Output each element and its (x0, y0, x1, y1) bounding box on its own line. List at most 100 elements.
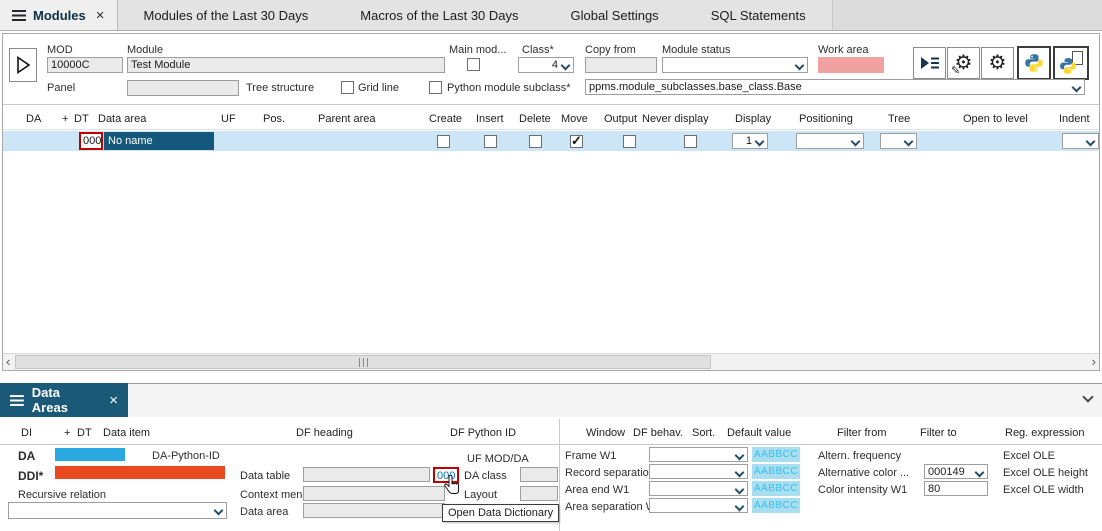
col-pos: Pos. (263, 113, 285, 125)
app-window: Modules × Modules of the Last 30 Days Ma… (0, 0, 1102, 531)
row-data-area-cell[interactable]: No name (104, 132, 214, 150)
record-separation-w1-select[interactable] (649, 464, 748, 479)
da-label: DA (18, 449, 35, 463)
python-subclass-checkbox[interactable] (429, 81, 442, 94)
frame-w1-color-field[interactable]: AABBCC (752, 447, 800, 462)
class-label: Class* (522, 44, 554, 56)
run-list-button[interactable] (913, 47, 946, 79)
col-sort: Sort. (692, 427, 715, 439)
top-tab-bar: Modules × Modules of the Last 30 Days Ma… (0, 0, 1102, 31)
area-separation-w1-select[interactable] (649, 498, 748, 513)
mod-label: MOD (47, 44, 73, 56)
da-class-field[interactable] (520, 467, 558, 482)
gear-edit-button[interactable]: ⚙✎ (947, 47, 980, 79)
python-subclass-label: Python module subclass* (447, 82, 571, 94)
col-default-value: Default value (727, 427, 791, 439)
scroll-right-arrow[interactable]: › (1092, 356, 1096, 368)
grid-line-checkbox[interactable] (341, 81, 354, 94)
python-script-button[interactable] (1017, 46, 1051, 80)
python-file-button[interactable] (1053, 46, 1089, 80)
row-insert-checkbox[interactable] (484, 135, 497, 148)
work-area-field[interactable] (818, 57, 884, 73)
run-module-button[interactable] (9, 48, 37, 82)
add-data-item-button[interactable]: + (64, 427, 70, 439)
close-icon[interactable]: × (109, 392, 118, 409)
col-output: Output (604, 113, 637, 125)
recursive-relation-select[interactable] (8, 502, 227, 519)
row-tree-select[interactable] (880, 133, 917, 149)
frame-w1-select[interactable] (649, 447, 748, 462)
divider (0, 444, 1102, 445)
main-module-checkbox[interactable] (467, 58, 480, 71)
row-display-select[interactable]: 1 (732, 133, 768, 149)
ddi-mandatory-field[interactable] (55, 466, 225, 479)
gear-edit-icon: ⚙✎ (955, 53, 973, 73)
divider (3, 104, 1099, 105)
run-list-icon (920, 55, 940, 71)
main-module-label: Main mod... (449, 44, 506, 56)
tooltip: Open Data Dictionary (442, 504, 559, 522)
area-end-w1-color-field[interactable]: AABBCC (752, 481, 800, 496)
tab-modules[interactable]: Modules × (0, 0, 118, 30)
row-output-checkbox[interactable] (623, 135, 636, 148)
scrollbar-thumb[interactable] (15, 355, 711, 369)
menu-icon (10, 395, 24, 406)
menu-icon (12, 10, 26, 21)
python-subclass-select[interactable]: ppms.module_subclasses.base_class.Base (585, 79, 1085, 95)
context-menu-label: Context menu (240, 489, 308, 501)
col-move: Move (561, 113, 588, 125)
tab-macros-last-30-days[interactable]: Macros of the Last 30 Days (334, 0, 544, 30)
data-area-field[interactable] (303, 503, 445, 518)
record-separation-w1-color-field[interactable]: AABBCC (752, 464, 800, 479)
tab-data-areas[interactable]: Data Areas × (0, 383, 128, 417)
horizontal-scrollbar[interactable]: ‹ › (3, 353, 1099, 370)
tab-sql-statements[interactable]: SQL Statements (685, 0, 832, 30)
row-delete-checkbox[interactable] (529, 135, 542, 148)
module-name-field[interactable]: Test Module (127, 57, 445, 73)
tab-label: SQL Statements (711, 8, 806, 23)
col-data-area: Data area (98, 113, 146, 125)
add-data-area-button[interactable]: + (62, 113, 68, 125)
row-move-checkbox[interactable] (570, 135, 583, 148)
module-status-select[interactable] (662, 57, 808, 73)
copy-from-field[interactable] (585, 57, 657, 73)
data-table-field[interactable] (303, 467, 430, 482)
col-create: Create (429, 113, 462, 125)
class-select[interactable]: 4 (518, 57, 574, 73)
da-key-field[interactable] (55, 448, 125, 461)
play-icon (16, 56, 30, 74)
data-table-label: Data table (240, 470, 290, 482)
col-filter-to: Filter to (920, 427, 957, 439)
row-create-checkbox[interactable] (437, 135, 450, 148)
tab-global-settings[interactable]: Global Settings (545, 0, 685, 30)
close-icon[interactable]: × (96, 7, 105, 24)
frame-w1-label: Frame W1 (565, 450, 616, 462)
col-reg-expression: Reg. expression (1005, 427, 1085, 439)
alternative-color-select[interactable]: 000149 (924, 464, 988, 479)
tab-modules-last-30-days[interactable]: Modules of the Last 30 Days (118, 0, 335, 30)
area-end-w1-select[interactable] (649, 481, 748, 496)
context-menu-field[interactable] (303, 486, 445, 501)
excel-ole-height-label: Excel OLE height (1003, 467, 1088, 479)
work-area-label: Work area (818, 44, 869, 56)
area-end-w1-label: Area end W1 (565, 484, 629, 496)
row-indent-select[interactable] (1062, 133, 1099, 149)
da-python-id-label: DA-Python-ID (152, 450, 220, 462)
settings-button[interactable]: ⚙ (981, 47, 1014, 79)
panel-field[interactable] (127, 80, 239, 96)
col-data-item: Data item (103, 427, 150, 439)
scroll-left-arrow[interactable]: ‹ (6, 356, 10, 368)
col-di: DI (21, 427, 32, 439)
row-never-display-checkbox[interactable] (684, 135, 697, 148)
col-da: DA (26, 113, 41, 125)
col-display: Display (735, 113, 771, 125)
color-intensity-w1-field[interactable]: 80 (924, 481, 988, 496)
alternative-color-label: Alternative color ... (818, 467, 909, 479)
row-positioning-select[interactable] (796, 133, 864, 149)
mod-field[interactable]: 10000C (47, 57, 123, 73)
layout-field[interactable] (520, 486, 558, 501)
ddi-label: DDI* (18, 469, 43, 483)
area-separation-w1-color-field[interactable]: AABBCC (752, 498, 800, 513)
col-uf: UF (221, 113, 236, 125)
row-dt-cell[interactable]: 000 (79, 132, 103, 150)
